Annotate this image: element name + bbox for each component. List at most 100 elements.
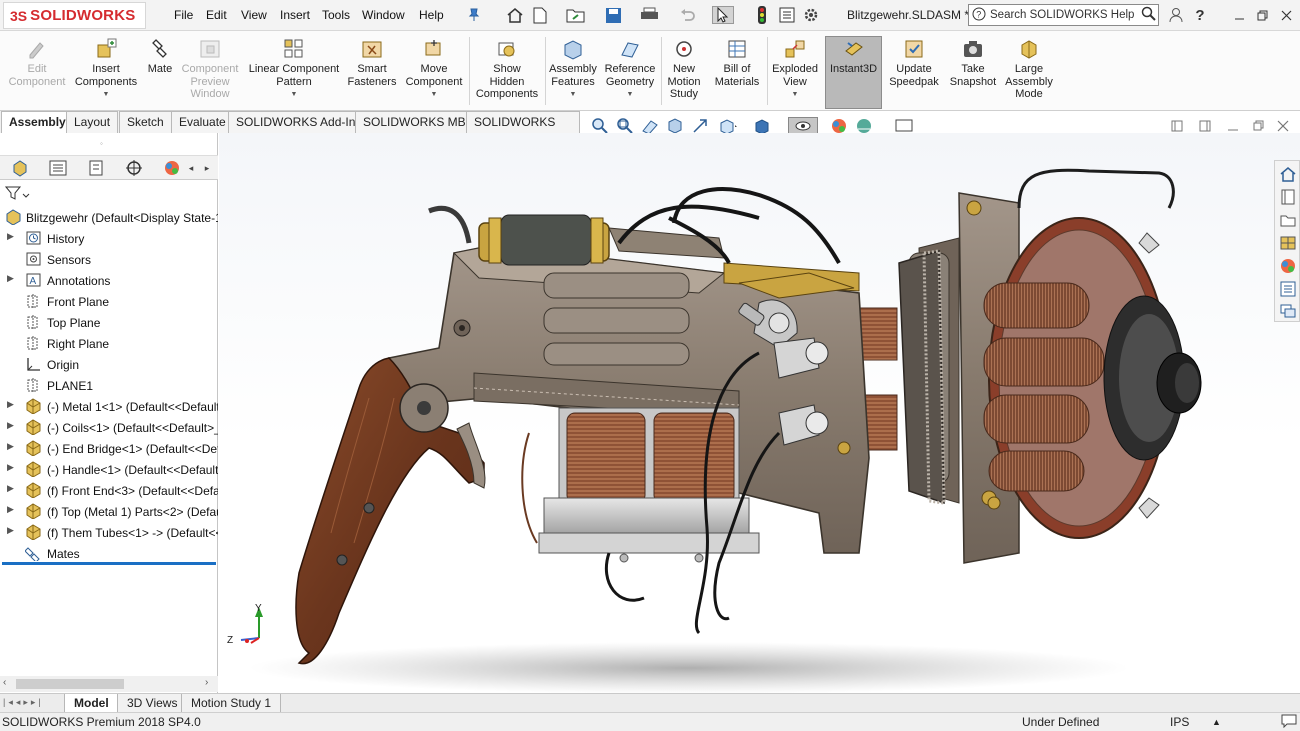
close-icon[interactable]: [1280, 6, 1292, 24]
resources-home-icon[interactable]: [1279, 165, 1297, 183]
update-speedpak-button[interactable]: Update Speedpak: [886, 37, 942, 88]
rollback-bar[interactable]: [2, 562, 216, 565]
tree-item[interactable]: ▶ A Annotations: [0, 270, 218, 291]
home-icon[interactable]: [505, 6, 525, 24]
take-snapshot-button[interactable]: Take Snapshot: [946, 37, 1000, 88]
edit-component-button[interactable]: Edit Component: [4, 37, 70, 88]
tree-item[interactable]: Right Plane: [0, 333, 218, 354]
options-gear-icon[interactable]: [802, 6, 820, 24]
solidworks-logo[interactable]: 3S SOLIDWORKS: [3, 2, 146, 29]
save-icon[interactable]: [603, 6, 623, 24]
tree-item[interactable]: ▶ (f) Top (Metal 1) Parts<2> (Defaul: [0, 501, 218, 522]
file-explorer-icon[interactable]: [1279, 211, 1297, 229]
dropdown-arrow-icon[interactable]: ▼: [548, 89, 598, 102]
tree-item[interactable]: PLANE1: [0, 375, 218, 396]
tree-item[interactable]: ▶ (f) Them Tubes<1> -> (Default<<: [0, 522, 218, 543]
tab-assembly[interactable]: Assembly: [1, 111, 74, 133]
show-hidden-components-button[interactable]: Show Hidden Components: [472, 37, 542, 101]
design-library-icon[interactable]: [1279, 188, 1297, 206]
bill-of-materials-button[interactable]: Bill of Materials: [708, 37, 766, 88]
rebuild-icon[interactable]: [755, 6, 769, 24]
help-search-input[interactable]: Search SOLIDWORKS Help: [990, 9, 1140, 21]
minimize-icon[interactable]: [1233, 6, 1245, 24]
tab-addins[interactable]: SOLIDWORKS Add-Ins: [228, 111, 370, 133]
mate-button[interactable]: Mate: [143, 37, 177, 76]
pin-icon[interactable]: [466, 6, 482, 24]
insert-components-button[interactable]: Insert Components ▼: [72, 37, 140, 102]
assembly-features-button[interactable]: Assembly Features ▼: [548, 37, 598, 102]
units-menu-arrow-icon[interactable]: ▲: [1212, 717, 1221, 727]
tree-item[interactable]: ▶ History: [0, 228, 218, 249]
expand-arrow-icon[interactable]: ▶: [7, 273, 14, 284]
search-icon[interactable]: [1140, 6, 1158, 25]
open-folder-icon[interactable]: [565, 6, 587, 24]
reference-geometry-button[interactable]: Reference Geometry ▼: [602, 37, 658, 102]
new-motion-study-button[interactable]: New Motion Study: [664, 37, 704, 101]
appearances-icon[interactable]: [1279, 257, 1297, 275]
expand-arrow-icon[interactable]: ▶: [7, 420, 14, 431]
menu-tools[interactable]: Tools: [322, 8, 350, 22]
scrollbar-thumb[interactable]: [16, 679, 124, 689]
dropdown-arrow-icon[interactable]: ▼: [72, 89, 140, 102]
undo-icon[interactable]: [678, 6, 696, 24]
smart-fasteners-button[interactable]: Smart Fasteners: [346, 37, 398, 88]
tree-item[interactable]: ▶ (f) Front End<3> (Default<<Defau: [0, 480, 218, 501]
dropdown-arrow-icon[interactable]: ▼: [770, 89, 820, 102]
forum-icon[interactable]: [1279, 302, 1297, 320]
menu-window[interactable]: Window: [362, 8, 405, 22]
tab-mbd[interactable]: SOLIDWORKS MBD: [355, 111, 483, 133]
display-manager-tab-icon[interactable]: [158, 158, 186, 178]
tab-nav-arrows-icon[interactable]: |◂◂▸▸|: [3, 697, 44, 708]
panel-grip-icon[interactable]: ◦: [100, 139, 112, 148]
help-question-icon[interactable]: ?: [1193, 6, 1207, 24]
tab-evaluate[interactable]: Evaluate: [171, 111, 234, 133]
component-preview-window-button[interactable]: Component Preview Window: [178, 37, 242, 101]
feature-tree-tab-icon[interactable]: [6, 158, 34, 178]
tree-filter[interactable]: [4, 185, 35, 203]
scroll-right-arrow-icon[interactable]: ›: [205, 677, 208, 688]
menu-help[interactable]: Help: [419, 8, 444, 22]
tabs-scroll-right-icon[interactable]: ▸: [200, 158, 214, 178]
menu-insert[interactable]: Insert: [280, 8, 310, 22]
chat-bubble-icon[interactable]: [1281, 714, 1297, 731]
expand-arrow-icon[interactable]: ▶: [7, 399, 14, 410]
dropdown-arrow-icon[interactable]: ▼: [402, 89, 466, 102]
file-properties-icon[interactable]: [778, 6, 796, 24]
dropdown-arrow-icon[interactable]: ▼: [246, 89, 342, 102]
tree-horizontal-scrollbar[interactable]: ‹ ›: [0, 676, 218, 692]
scroll-left-arrow-icon[interactable]: ‹: [3, 677, 6, 688]
gear-ring[interactable]: [856, 249, 946, 505]
expand-arrow-icon[interactable]: ▶: [7, 231, 14, 242]
tree-item[interactable]: Front Plane: [0, 291, 218, 312]
tree-item[interactable]: ▶ (-) Coils<1> (Default<<Default>_: [0, 417, 218, 438]
dropdown-arrow-icon[interactable]: ▼: [602, 89, 658, 102]
tree-item[interactable]: Top Plane: [0, 312, 218, 333]
custom-properties-icon[interactable]: [1279, 280, 1297, 298]
expand-arrow-icon[interactable]: ▶: [7, 483, 14, 494]
graphics-area[interactable]: Y Z: [219, 133, 1300, 693]
select-cursor-icon[interactable]: [712, 6, 734, 24]
large-assembly-mode-button[interactable]: Large Assembly Mode: [1004, 37, 1054, 101]
instant3d-button[interactable]: Instant3D: [826, 37, 881, 76]
menu-file[interactable]: File: [174, 8, 193, 22]
tree-item[interactable]: Sensors: [0, 249, 218, 270]
tab-3d-views[interactable]: 3D Views: [117, 694, 188, 713]
help-search-box[interactable]: ? Search SOLIDWORKS Help: [968, 4, 1159, 26]
tree-item[interactable]: ▶ (-) Handle<1> (Default<<Default:: [0, 459, 218, 480]
tree-item[interactable]: ▶ (-) End Bridge<1> (Default<<Defa: [0, 438, 218, 459]
tab-layout[interactable]: Layout: [66, 111, 119, 133]
tab-sketch[interactable]: Sketch: [119, 111, 172, 133]
tree-item[interactable]: Origin: [0, 354, 218, 375]
tree-item[interactable]: ▶ (-) Metal 1<1> (Default<<Default_: [0, 396, 218, 417]
blitzgewehr-3d-model[interactable]: Y Z: [219, 133, 1300, 693]
expand-arrow-icon[interactable]: ▶: [7, 462, 14, 473]
restore-icon[interactable]: [1256, 6, 1268, 24]
tab-motion-study-1[interactable]: Motion Study 1: [181, 694, 282, 713]
tree-root-assembly[interactable]: Blitzgewehr (Default<Display State-1>: [0, 207, 218, 228]
view-palette-icon[interactable]: [1279, 234, 1297, 252]
dimxpert-tab-icon[interactable]: [120, 158, 148, 178]
menu-view[interactable]: View: [241, 8, 267, 22]
property-manager-tab-icon[interactable]: [44, 158, 72, 178]
move-component-button[interactable]: Move Component ▼: [402, 37, 466, 102]
tabs-scroll-left-icon[interactable]: ◂: [184, 158, 198, 178]
